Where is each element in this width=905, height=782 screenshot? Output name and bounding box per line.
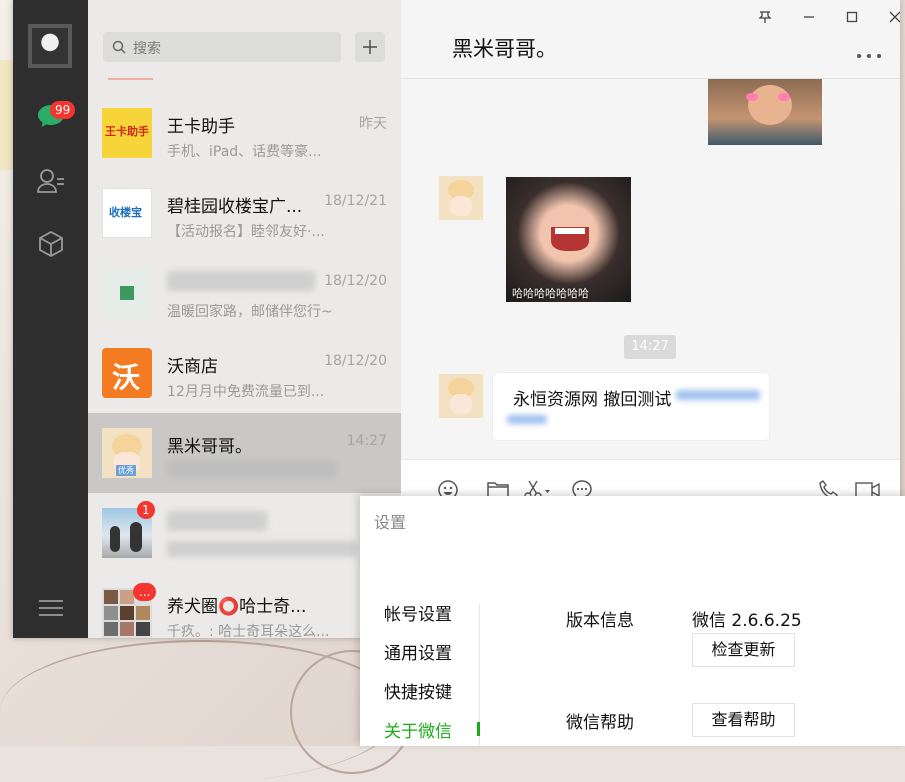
view-help-button[interactable]: 查看帮助	[692, 703, 795, 737]
chat-time: 14:27	[346, 433, 387, 449]
chat-avatar: 收楼宝	[102, 188, 152, 238]
redacted-link	[676, 390, 760, 400]
chat-time: 18/12/21	[324, 193, 387, 209]
favorites-nav-button[interactable]	[35, 228, 67, 260]
chat-list-item[interactable]: 沃 沃商店 18/12/20 12月月中免费流量已到...	[88, 333, 401, 413]
chat-time: 18/12/20	[324, 353, 387, 369]
active-menu-indicator	[477, 722, 480, 736]
sender-avatar[interactable]	[439, 374, 483, 418]
message-text: 永恒资源网 撤回测试	[513, 390, 672, 410]
cube-icon	[39, 231, 63, 257]
chat-list-item[interactable]: 18/12/20 温暖回家路，邮储伴您行~	[88, 253, 401, 333]
contacts-nav-button[interactable]	[35, 165, 67, 197]
nav-sidebar: 99	[13, 0, 88, 638]
plus-icon	[363, 40, 377, 54]
chat-name: 王卡助手	[167, 117, 235, 137]
menu-general-settings[interactable]: 通用设置	[384, 639, 452, 664]
chat-time: 昨天	[359, 116, 387, 132]
chat-list-item[interactable]: 王卡助手 王卡助手 昨天 手机、iPad、话费等豪...	[88, 93, 401, 173]
chat-name-redacted	[167, 271, 315, 291]
version-label: 版本信息	[566, 611, 634, 631]
close-button[interactable]	[881, 6, 900, 28]
minimize-button[interactable]	[795, 6, 823, 28]
pin-button[interactable]	[751, 6, 779, 28]
menu-shortcuts[interactable]: 快捷按键	[384, 678, 452, 703]
chat-preview: 【活动报名】睦邻友好·...	[167, 224, 325, 240]
hamburger-icon	[39, 600, 63, 616]
chat-preview-redacted	[167, 541, 357, 557]
avatar-label: 沃	[112, 361, 141, 394]
avatar-label: 收楼宝	[109, 206, 142, 219]
unread-badge: ...	[133, 583, 157, 601]
chat-list-item[interactable]: 收楼宝 碧桂园收楼宝广... 18/12/21 【活动报名】睦邻友好·...	[88, 173, 401, 253]
search-placeholder: 搜索	[133, 41, 161, 57]
unread-badge: 1	[137, 501, 155, 519]
chat-list-panel: 搜索 王卡助手 王卡助手 昨天 手机、iPad、话费等豪... 收楼宝 碧桂园收…	[88, 0, 401, 638]
chat-time: 18/12/20	[324, 273, 387, 289]
chat-avatar: 沃	[102, 348, 152, 398]
chat-avatar	[102, 268, 152, 318]
chat-preview: 手机、iPad、话费等豪...	[167, 144, 322, 160]
maximize-button[interactable]	[838, 6, 866, 28]
menu-account-settings[interactable]: 帐号设置	[384, 600, 452, 625]
chat-name: 黑米哥哥。	[167, 437, 252, 457]
version-value: 微信 2.6.6.25	[692, 611, 802, 631]
minimize-icon	[804, 16, 814, 18]
chat-avatar: 王卡助手	[102, 108, 152, 158]
pin-icon	[758, 11, 772, 23]
avatar-label: 优秀	[116, 465, 136, 476]
chat-preview: 12月月中免费流量已到...	[167, 384, 325, 400]
redacted-link	[507, 415, 547, 424]
chat-preview: 千疚。: 哈士奇耳朵这么...	[167, 624, 330, 638]
avatar-label: 王卡助手	[105, 125, 149, 138]
received-image[interactable]: 哈哈哈哈哈哈哈	[506, 177, 631, 302]
message-list: 哈哈哈哈哈哈哈 14:27 永恒资源网 撤回测试	[401, 79, 900, 459]
more-icon	[857, 54, 881, 58]
chat-name-redacted	[167, 511, 267, 531]
unread-badge: 99	[50, 101, 76, 119]
add-chat-button[interactable]	[355, 32, 385, 62]
message-bubble[interactable]: 永恒资源网 撤回测试	[493, 373, 769, 440]
chat-name: 沃商店	[167, 357, 218, 377]
chat-title: 黑米哥哥。	[452, 37, 557, 61]
sender-avatar[interactable]	[439, 176, 483, 220]
chat-list-item[interactable]: 1 14	[88, 493, 401, 573]
chat-list-item[interactable]: ... 养犬圈⭕哈士奇... 14 千疚。: 哈士奇耳朵这么...	[88, 573, 401, 638]
menu-nav-button[interactable]	[35, 592, 67, 624]
sent-image[interactable]	[708, 79, 822, 145]
check-update-button[interactable]: 检查更新	[692, 633, 795, 667]
message-time: 14:27	[624, 335, 676, 359]
desktop-window-edge	[0, 60, 14, 170]
search-box[interactable]: 搜索	[103, 32, 341, 62]
chat-preview-redacted	[167, 461, 337, 477]
chat-name: 养犬圈⭕哈士奇...	[167, 597, 307, 617]
chat-avatar: 优秀	[102, 428, 152, 478]
settings-title: 设置	[374, 513, 407, 532]
maximize-icon	[846, 11, 858, 23]
contacts-icon	[37, 169, 64, 193]
menu-about-wechat[interactable]: 关于微信	[384, 717, 452, 742]
chat-preview: 温暖回家路，邮储伴您行~	[167, 304, 333, 320]
image-caption: 哈哈哈哈哈哈哈	[512, 287, 589, 300]
search-icon	[112, 40, 126, 54]
user-avatar[interactable]	[28, 24, 72, 68]
close-icon	[889, 11, 900, 23]
more-options-button[interactable]	[856, 40, 882, 64]
settings-dialog: 设置 帐号设置 通用设置 快捷按键 关于微信 版本信息 微信 2.6.6.25 …	[360, 496, 905, 746]
list-scroll-indicator	[108, 78, 153, 80]
help-label: 微信帮助	[566, 713, 634, 733]
chat-list-item-selected[interactable]: 优秀 黑米哥哥。 14:27	[88, 413, 401, 493]
chat-name: 碧桂园收楼宝广...	[167, 197, 303, 217]
